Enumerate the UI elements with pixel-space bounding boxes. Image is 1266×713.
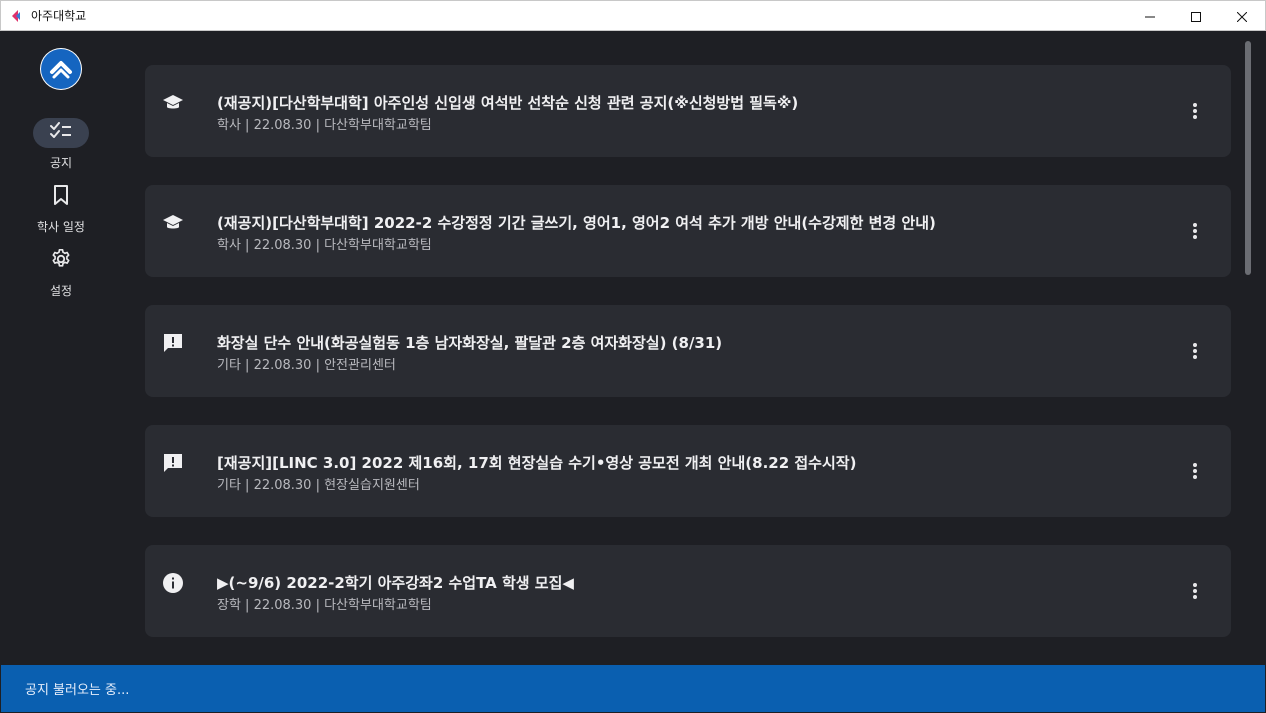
sidebar-item-label: 공지 <box>49 156 73 170</box>
announcement-icon <box>161 331 185 355</box>
notice-title: (재공지)[다산학부대학] 2022-2 수강정정 기간 글쓰기, 영어1, 영… <box>217 214 936 232</box>
more-options-icon[interactable] <box>1183 219 1207 243</box>
maximize-icon <box>1191 7 1201 26</box>
minimize-icon <box>1145 7 1155 26</box>
notice-title: 화장실 단수 안내(화공실험동 1층 남자화장실, 팔달관 2층 여자화장실) … <box>217 334 723 352</box>
checklist-icon <box>50 122 72 144</box>
sidebar-item-label: 학사 일정 <box>37 220 85 234</box>
sidebar-item-notices[interactable]: 공지 <box>1 118 121 171</box>
notice-card[interactable]: ▶(~9/6) 2022-2학기 아주강좌2 수업TA 학생 모집◀ 장학 | … <box>145 545 1231 637</box>
scrollbar-thumb[interactable] <box>1245 41 1251 275</box>
notice-meta: 기타 | 22.08.30 | 현장실습지원센터 <box>217 478 420 493</box>
gear-icon <box>50 248 72 274</box>
close-icon <box>1236 7 1248 26</box>
notice-card[interactable]: (재공지)[다산학부대학] 아주인성 신입생 여석반 선착순 신청 관련 공지(… <box>145 65 1231 157</box>
ajou-logo <box>40 48 82 90</box>
notice-meta: 기타 | 22.08.30 | 안전관리센터 <box>217 358 396 373</box>
more-options-icon[interactable] <box>1183 579 1207 603</box>
notice-meta: 학사 | 22.08.30 | 다산학부대학교학팀 <box>217 238 432 253</box>
more-options-icon[interactable] <box>1183 459 1207 483</box>
notice-meta: 장학 | 22.08.30 | 다산학부대학교학팀 <box>217 598 432 613</box>
maximize-button[interactable] <box>1173 1 1219 31</box>
notice-card[interactable]: (재공지)[다산학부대학] 2022-2 수강정정 기간 글쓰기, 영어1, 영… <box>145 185 1231 277</box>
sidebar-item-academic-calendar[interactable]: 학사 일정 <box>1 182 121 235</box>
notice-meta: 학사 | 22.08.30 | 다산학부대학교학팀 <box>217 118 432 133</box>
minimize-button[interactable] <box>1127 1 1173 31</box>
more-options-icon[interactable] <box>1183 99 1207 123</box>
sidebar: 공지 학사 일정 설정 <box>1 31 121 665</box>
notice-card[interactable]: 화장실 단수 안내(화공실험동 1층 남자화장실, 팔달관 2층 여자화장실) … <box>145 305 1231 397</box>
app-logo-icon <box>9 8 25 24</box>
status-text: 공지 불러오는 중... <box>25 683 130 698</box>
notice-card[interactable]: [재공지][LINC 3.0] 2022 제16회, 17회 현장실습 수기•영… <box>145 425 1231 517</box>
bookmark-icon <box>53 185 69 209</box>
title-bar: 아주대학교 <box>0 0 1266 31</box>
notice-list: (재공지)[다산학부대학] 아주인성 신입생 여석반 선착순 신청 관련 공지(… <box>121 31 1243 665</box>
graduation-cap-icon <box>161 91 185 115</box>
graduation-cap-icon <box>161 211 185 235</box>
sidebar-item-label: 설정 <box>49 284 73 298</box>
window-title: 아주대학교 <box>31 9 87 23</box>
sidebar-item-settings[interactable]: 설정 <box>1 246 121 299</box>
more-options-icon[interactable] <box>1183 339 1207 363</box>
nav-active-indicator <box>33 118 89 148</box>
notice-title: ▶(~9/6) 2022-2학기 아주강좌2 수업TA 학생 모집◀ <box>217 574 574 592</box>
status-bar: 공지 불러오는 중... <box>1 665 1265 712</box>
notice-title: (재공지)[다산학부대학] 아주인성 신입생 여석반 선착순 신청 관련 공지(… <box>217 94 799 112</box>
notice-title: [재공지][LINC 3.0] 2022 제16회, 17회 현장실습 수기•영… <box>217 454 857 472</box>
info-icon <box>161 571 185 595</box>
close-button[interactable] <box>1219 1 1265 31</box>
announcement-icon <box>161 451 185 475</box>
